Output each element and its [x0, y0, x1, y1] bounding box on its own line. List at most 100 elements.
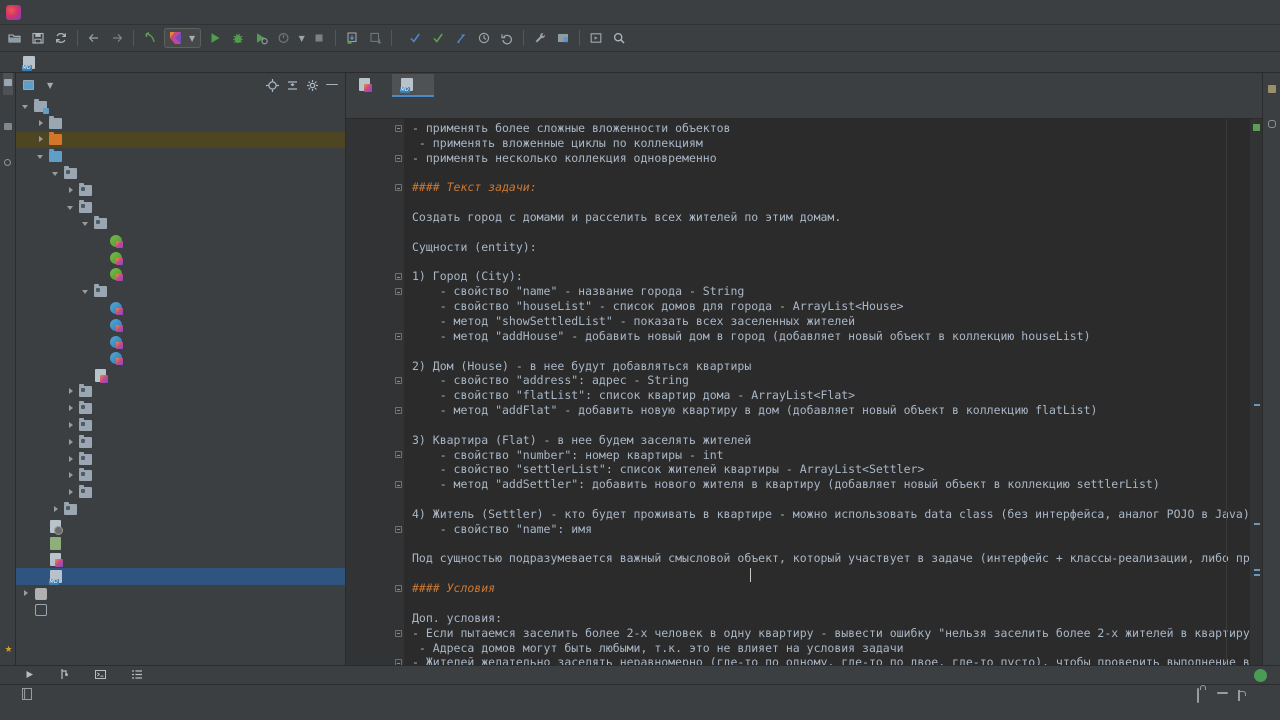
debug-icon[interactable]: [227, 27, 249, 49]
code-line[interactable]: - свойство "houseList" - список домов дл…: [404, 299, 1250, 314]
code-line[interactable]: - свойство "address": адрес - String: [404, 373, 1250, 388]
chevron-right-icon[interactable]: [67, 455, 76, 464]
tree-node-dish[interactable]: [16, 417, 345, 434]
save-all-icon[interactable]: [27, 27, 49, 49]
status-line-separator[interactable]: [1156, 694, 1162, 696]
menu-item-view[interactable]: [57, 9, 71, 15]
menu-item-tools[interactable]: [155, 9, 169, 15]
fold-toggle-icon[interactable]: [392, 403, 404, 418]
fold-toggle-icon[interactable]: [392, 284, 404, 299]
git-push-icon[interactable]: [450, 27, 472, 49]
code-line[interactable]: - свойство "settlerList": список жителей…: [404, 462, 1250, 477]
update-project-icon[interactable]: [341, 27, 363, 49]
chevron-right-icon[interactable]: [67, 421, 76, 430]
sidebar-item-favorites[interactable]: ★: [3, 636, 14, 661]
menu-item-edit[interactable]: [43, 9, 57, 15]
tree-node-practice[interactable]: [16, 165, 345, 182]
search-everywhere-icon[interactable]: [608, 27, 630, 49]
forward-arrow-icon[interactable]: [106, 27, 128, 49]
push-commit-icon[interactable]: [364, 27, 386, 49]
fold-toggle-icon[interactable]: [392, 626, 404, 641]
tree-node-flat[interactable]: [16, 316, 345, 333]
chevron-down-icon[interactable]: [52, 169, 61, 178]
maximize-button[interactable]: [1220, 0, 1250, 24]
code-line[interactable]: [404, 566, 1250, 581]
code-line[interactable]: [404, 537, 1250, 552]
history-icon[interactable]: [473, 27, 495, 49]
tree-node-city[interactable]: [16, 199, 345, 216]
chevron-right-icon[interactable]: [37, 135, 46, 144]
collapse-all-icon[interactable]: [283, 76, 301, 94]
code-line[interactable]: Под сущностью подразумевается важный смы…: [404, 551, 1250, 566]
code-line[interactable]: 1) Город (City):: [404, 269, 1250, 284]
show-editor-only-icon[interactable]: [1174, 98, 1193, 117]
tree-node-icity[interactable]: [16, 232, 345, 249]
chevron-right-icon[interactable]: [67, 488, 76, 497]
chevron-right-icon[interactable]: [37, 119, 46, 128]
undo-arrow-icon[interactable]: [139, 27, 161, 49]
tool-window-git[interactable]: [57, 668, 76, 683]
strikethrough-icon[interactable]: [375, 98, 394, 117]
run-with-coverage-icon[interactable]: [250, 27, 272, 49]
sidebar-item-ant[interactable]: [1267, 79, 1277, 102]
tool-window-todo[interactable]: [129, 668, 149, 683]
menu-item-help[interactable]: [197, 9, 211, 15]
code-line[interactable]: [404, 166, 1250, 181]
menu-item-build[interactable]: [127, 9, 141, 15]
tree-node-src[interactable]: [16, 148, 345, 165]
git-commit-check-icon[interactable]: [427, 27, 449, 49]
code-line[interactable]: [404, 418, 1250, 433]
tree-node-house[interactable]: [16, 333, 345, 350]
code-line[interactable]: 2) Дом (House) - в нее будут добавляться…: [404, 359, 1250, 374]
tool-window-run[interactable]: [22, 668, 41, 683]
chevron-down-icon[interactable]: [67, 203, 76, 212]
tree-node-film[interactable]: [16, 434, 345, 451]
status-caret-position[interactable]: [1137, 694, 1143, 696]
project-structure-icon[interactable]: [552, 27, 574, 49]
profile-icon[interactable]: [273, 27, 295, 49]
code-line[interactable]: - свойство "name" - название города - St…: [404, 284, 1250, 299]
chevron-right-icon[interactable]: [67, 186, 76, 195]
locate-icon[interactable]: [263, 76, 281, 94]
show-preview-only-icon[interactable]: [1216, 98, 1235, 117]
tree-node-music[interactable]: [16, 468, 345, 485]
settings-wrench-icon[interactable]: [529, 27, 551, 49]
sidebar-item-database[interactable]: [1267, 114, 1277, 137]
tree-node-external-libraries[interactable]: [16, 585, 345, 602]
fold-toggle-icon[interactable]: [392, 180, 404, 195]
fold-toggle-icon[interactable]: [392, 477, 404, 492]
code-line[interactable]: 4) Житель (Settler) - кто будет проживат…: [404, 507, 1250, 522]
run-icon[interactable]: [204, 27, 226, 49]
tree-node-clothes[interactable]: [16, 384, 345, 401]
code-line[interactable]: #### Текст задачи:: [404, 180, 1250, 195]
split-view-icon[interactable]: [1237, 98, 1256, 117]
chevron-down-icon[interactable]: ▼: [296, 27, 307, 49]
tree-node--gitignore[interactable]: [16, 518, 345, 535]
code-line[interactable]: [404, 195, 1250, 210]
chevron-right-icon[interactable]: [22, 589, 31, 598]
back-arrow-icon[interactable]: [83, 27, 105, 49]
code-line[interactable]: 3) Квартира (Flat) - в нее будем заселят…: [404, 433, 1250, 448]
tree-node--idea[interactable]: [16, 115, 345, 132]
italic-icon[interactable]: [396, 98, 415, 117]
status-encoding[interactable]: [1175, 694, 1181, 696]
warning-marker[interactable]: [1253, 124, 1260, 131]
tree-node-readme-md[interactable]: [16, 568, 345, 586]
chevron-down-icon[interactable]: ▼: [189, 34, 195, 43]
lock-icon[interactable]: [1194, 687, 1202, 703]
fold-toggle-icon[interactable]: [392, 581, 404, 596]
run-configuration-selector[interactable]: ▼: [164, 28, 202, 48]
code-editor[interactable]: - применять более сложные вложенности об…: [346, 119, 1262, 665]
code-line[interactable]: #### Условия: [404, 581, 1250, 596]
hide-panel-icon[interactable]: —: [323, 76, 341, 94]
chevron-right-icon[interactable]: [52, 505, 61, 514]
close-button[interactable]: [1250, 0, 1280, 24]
chevron-down-icon[interactable]: ▼: [47, 81, 53, 90]
chevron-right-icon[interactable]: [67, 471, 76, 480]
stop-icon[interactable]: [308, 27, 330, 49]
code-line[interactable]: Создать город с домами и расселить всех …: [404, 210, 1250, 225]
fold-toggle-icon[interactable]: [392, 655, 404, 665]
sidebar-item-commit[interactable]: [3, 153, 12, 175]
change-marker[interactable]: [1254, 569, 1260, 571]
tree-node-scratches-and-consoles[interactable]: [16, 602, 345, 619]
